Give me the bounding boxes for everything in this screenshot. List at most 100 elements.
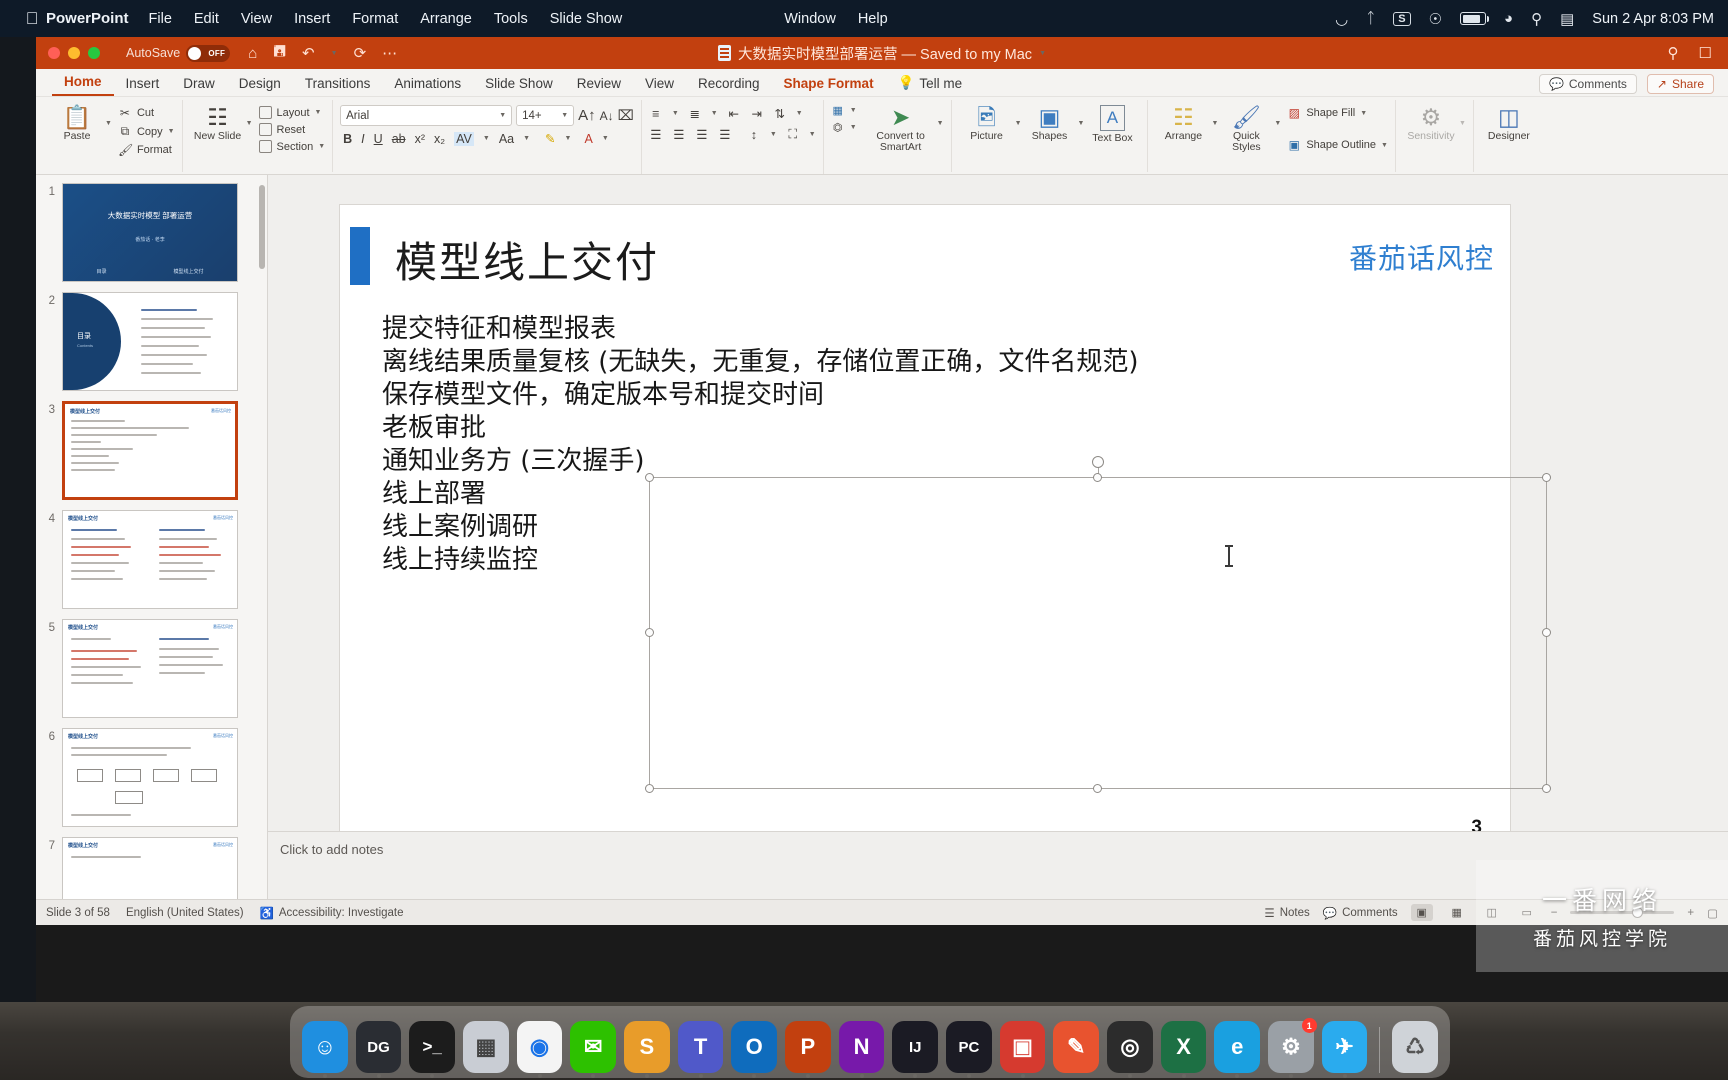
format-painter-button[interactable]: 🖌 Format	[118, 143, 175, 157]
quick-styles-button[interactable]: 🖌 Quick Styles	[1218, 102, 1274, 153]
thumbnail-item-1[interactable]: 1 大数据实时模型 部署运营 番茄话 · 老李 目录 模型线上交付	[36, 183, 267, 292]
control-center-icon[interactable]: ▤	[1560, 10, 1574, 28]
arrange-chevron-down-icon[interactable]: ▼	[1211, 102, 1218, 127]
dock-app-authenticator[interactable]: ◎	[1107, 1021, 1153, 1078]
maximize-button[interactable]	[88, 47, 100, 59]
dock-app-finder[interactable]: ☺	[302, 1021, 348, 1078]
wifi-icon[interactable]: ◕	[1504, 10, 1513, 27]
dock-app-onenote[interactable]: N	[838, 1021, 885, 1078]
shape-fill-button[interactable]: ▨ Shape Fill ▼	[1287, 106, 1388, 120]
resize-handle-bottom-right[interactable]	[1542, 784, 1551, 793]
tell-me-box[interactable]: 💡 Tell me	[886, 73, 975, 96]
designer-button[interactable]: ◫ Designer	[1481, 102, 1537, 142]
microphone-icon[interactable]: ☉	[1429, 10, 1442, 28]
decrease-indent-icon[interactable]: ⇤	[727, 106, 741, 121]
headphones-icon[interactable]: ◡	[1335, 10, 1348, 28]
text-direction-chevron-down-icon[interactable]: ▼	[770, 131, 777, 138]
font-name-chevron-down-icon[interactable]: ▼	[499, 112, 506, 119]
font-color-icon[interactable]: A	[584, 132, 592, 146]
tab-review[interactable]: Review	[565, 74, 633, 96]
align-objects-icon[interactable]: ⏣	[831, 121, 845, 134]
case-chevron-down-icon[interactable]: ▼	[523, 135, 530, 142]
dock-app-powerpoint[interactable]: P	[785, 1021, 831, 1078]
menu-item-arrange[interactable]: Arrange	[420, 11, 472, 27]
redo-icon[interactable]: ⟳	[354, 44, 367, 62]
menu-app-name[interactable]: PowerPoint	[46, 10, 129, 27]
clear-formatting-icon[interactable]: ⌧	[618, 107, 634, 124]
more-icon[interactable]: ⋯	[382, 44, 397, 62]
bullets-chevron-down-icon[interactable]: ▼	[672, 110, 679, 117]
dock-app-edge[interactable]: e	[1214, 1021, 1261, 1078]
tab-animations[interactable]: Animations	[382, 74, 473, 96]
text-box-button[interactable]: A Text Box	[1084, 102, 1140, 144]
dock-app-outlook[interactable]: O	[731, 1021, 778, 1078]
thumbnail-item-3[interactable]: 3 模型线上交付 番茄话风控	[36, 401, 267, 510]
align-objects-chevron-down-icon[interactable]: ▼	[850, 124, 857, 131]
dock-app-settings[interactable]: ⚙ 1	[1268, 1018, 1317, 1078]
view-normal-button[interactable]: ▣	[1410, 904, 1433, 921]
dock-app-paintbrush[interactable]: ✎	[1053, 1021, 1100, 1073]
resize-handle-top-center[interactable]	[1093, 473, 1102, 482]
bold-button[interactable]: B	[343, 132, 352, 146]
resize-handle-middle-right[interactable]	[1542, 628, 1551, 637]
menu-item-window[interactable]: Window	[784, 11, 836, 27]
bullets-icon[interactable]: ≡	[649, 107, 663, 121]
thumbnail-item-2[interactable]: 2 目录 Contents	[36, 292, 267, 401]
menu-item-help[interactable]: Help	[858, 11, 888, 27]
comments-button[interactable]: 💬 Comments	[1538, 74, 1637, 94]
decrease-font-size-button[interactable]: A↓	[600, 109, 614, 123]
resize-handle-middle-left[interactable]	[645, 628, 654, 637]
cut-button[interactable]: ✂ Cut	[118, 106, 175, 120]
snipaste-icon[interactable]: S	[1393, 11, 1411, 26]
strikethrough-button[interactable]: ab	[392, 132, 406, 146]
thumbnail-item-6[interactable]: 6 模型线上交付 番茄话风控	[36, 728, 267, 837]
layout-chevron-down-icon[interactable]: ▼	[315, 109, 322, 116]
tab-view[interactable]: View	[633, 74, 686, 96]
window-search-icon[interactable]: ⚲	[1668, 44, 1679, 62]
resize-handle-top-left[interactable]	[645, 473, 654, 482]
dock-app-wechat[interactable]: ✉	[570, 1021, 617, 1078]
accessibility-status[interactable]: ♿ Accessibility: Investigate	[260, 906, 404, 920]
spacing-chevron-down-icon[interactable]: ▼	[483, 135, 490, 142]
arrange-button[interactable]: ☷ Arrange	[1155, 102, 1211, 142]
increase-font-size-button[interactable]: A↑	[578, 107, 596, 124]
font-color-chevron-down-icon[interactable]: ▼	[602, 135, 609, 142]
thumbnail-slide-selected[interactable]: 模型线上交付 番茄话风控	[62, 401, 238, 500]
text-direction-icon[interactable]: ↕	[747, 128, 761, 142]
thumbnail-slide[interactable]: 模型线上交付 番茄话风控	[62, 510, 238, 609]
shapes-button[interactable]: ▣ Shapes	[1022, 102, 1078, 142]
numbering-chevron-down-icon[interactable]: ▼	[711, 110, 718, 117]
menu-item-view[interactable]: View	[241, 11, 272, 27]
ribbon-toggle-icon[interactable]: ☐	[1699, 44, 1712, 62]
reset-button[interactable]: Reset	[258, 123, 326, 136]
resize-handle-bottom-center[interactable]	[1093, 784, 1102, 793]
resize-handle-top-right[interactable]	[1542, 473, 1551, 482]
slide-canvas-area[interactable]: 模型线上交付 番茄话风控 提交特征和模型报表 离线结果质量复核 (无缺失，无重复…	[268, 175, 1728, 925]
text-box-selection[interactable]	[645, 456, 1551, 793]
subscript-button[interactable]: x₂	[434, 132, 445, 146]
align-right-icon[interactable]: ☰	[695, 127, 709, 142]
picture-button[interactable]: 🖻 Picture	[959, 102, 1015, 142]
tab-transitions[interactable]: Transitions	[293, 74, 383, 96]
title-chevron-down-icon[interactable]: ▼	[1039, 50, 1046, 57]
autosave-switch[interactable]: OFF	[186, 44, 231, 62]
bluetooth-icon[interactable]: ᛏ	[1366, 10, 1375, 27]
search-icon[interactable]: ⚲	[1531, 10, 1542, 28]
font-size-chevron-down-icon[interactable]: ▼	[561, 112, 568, 119]
increase-indent-icon[interactable]: ⇥	[750, 106, 764, 121]
justify-icon[interactable]: ☰	[718, 127, 732, 142]
slide-thumbnail-pane[interactable]: 1 大数据实时模型 部署运营 番茄话 · 老李 目录 模型线上交付 2 目录 C…	[36, 175, 268, 925]
menu-clock[interactable]: Sun 2 Apr 8:03 PM	[1592, 11, 1714, 27]
font-name-select[interactable]: Arial ▼	[340, 105, 513, 126]
align-left-icon[interactable]: ☰	[649, 127, 663, 142]
thumbnail-slide[interactable]: 目录 Contents	[62, 292, 238, 391]
numbering-icon[interactable]: ≣	[688, 106, 702, 121]
menu-item-format[interactable]: Format	[352, 11, 398, 27]
dock-app-sublime[interactable]: S	[624, 1021, 670, 1078]
superscript-button[interactable]: x²	[415, 132, 425, 146]
shape-fill-chevron-down-icon[interactable]: ▼	[1360, 110, 1367, 117]
shape-outline-button[interactable]: ▣ Shape Outline ▼	[1287, 138, 1388, 152]
tab-insert[interactable]: Insert	[114, 74, 172, 96]
tab-shape-format[interactable]: Shape Format	[772, 74, 886, 96]
undo-icon[interactable]: ↶	[302, 44, 315, 62]
